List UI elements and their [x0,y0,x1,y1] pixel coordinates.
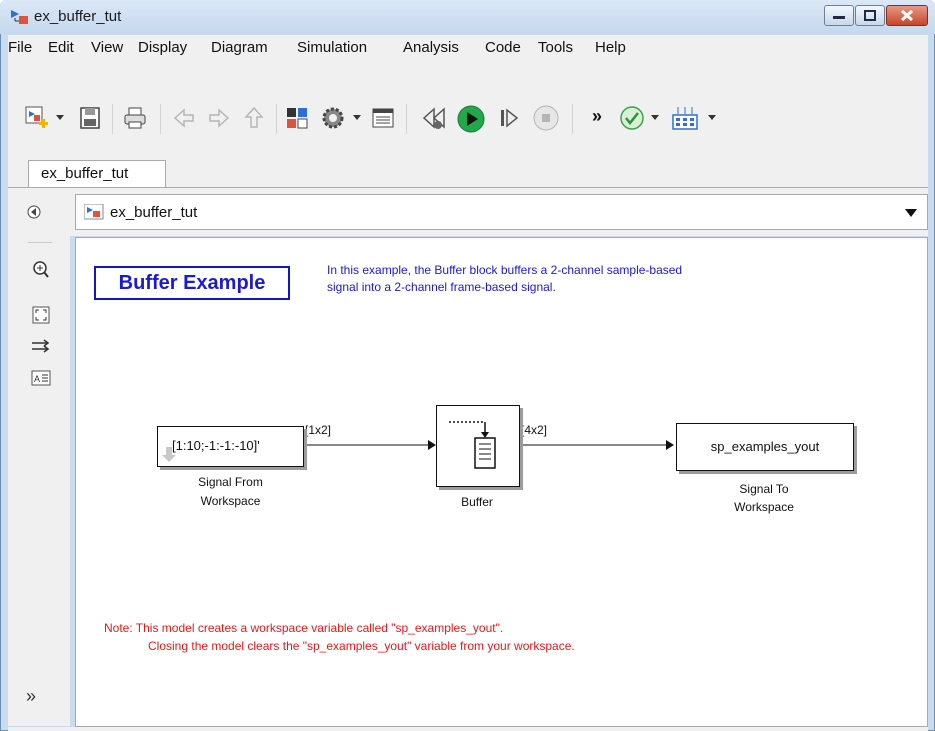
arrowhead [666,440,674,450]
block-label: Buffer [461,495,493,509]
note-line-2: Closing the model clears the "sp_example… [148,639,575,653]
signal-to-workspace-block[interactable]: sp_examples_yout [676,423,854,471]
signal-dimension-label: [1x2] [305,423,332,437]
block-label: Signal From [198,475,263,489]
signal-dimension-label: [4x2] [521,423,548,437]
block-parameter: sp_examples_yout [710,439,820,454]
arrowhead [428,440,436,450]
note-line-1: Note: This model creates a workspace var… [104,621,504,635]
signal-from-workspace-block[interactable]: [1:10;-1:-1:-10]' [157,426,304,467]
block-parameter: [1:10;-1:-1:-10]' [172,438,260,453]
buffer-icon [449,421,496,469]
block-label: Signal To [739,482,789,496]
buffer-block[interactable] [436,405,520,487]
block-label: Workspace [200,494,261,508]
block-label: Workspace [734,500,794,514]
